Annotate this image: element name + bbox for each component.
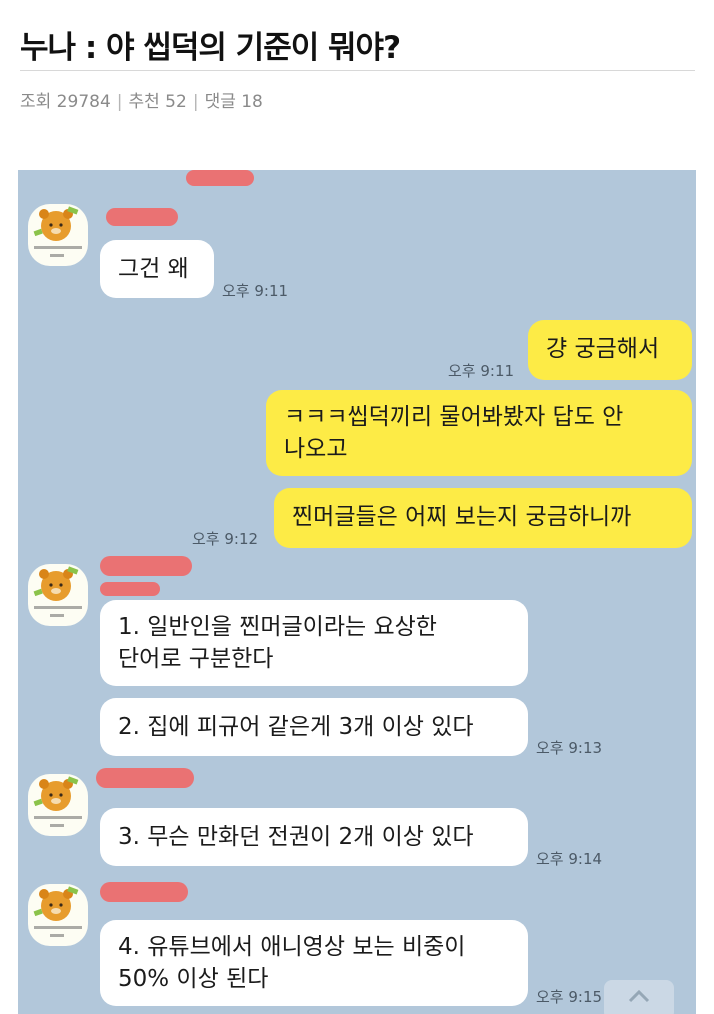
received-message-bubble[interactable]: 2. 집에 피규어 같은게 3개 이상 있다 [100,698,528,756]
message-text: 3. 무슨 만화던 전권이 2개 이상 있다 [118,824,474,850]
message-text-line: 4. 유튜브에서 애니영상 보는 비중이 [118,934,466,960]
meta-separator: | [192,92,199,112]
sent-message-bubble[interactable]: ㅋㅋㅋ씹덕끼리 물어봐봤자 답도 안 나오고 [266,390,692,476]
message-time: 오후 9:11 [222,282,289,300]
comment-count[interactable]: 댓글 18 [205,87,263,112]
received-message-bubble[interactable]: 3. 무슨 만화던 전권이 2개 이상 있다 [100,808,528,866]
message-text: 찐머글들은 어찌 보는지 궁금하니까 [292,504,632,530]
message-text-line: 1. 일반인을 찐머글이라는 요상한 [118,614,437,640]
sender-avatar[interactable] [28,884,88,946]
sender-avatar[interactable] [28,774,88,836]
title-divider [20,70,695,71]
post-title: 누나 : 야 씹덕의 기준이 뭐야? [20,30,401,66]
message-text-line: ㅋㅋㅋ씹덕끼리 물어봐봤자 답도 안 [284,404,624,430]
message-text: 걍 궁금해서 [546,336,660,362]
message-text-line: 50% 이상 된다 [118,966,269,992]
message-time: 오후 9:13 [536,739,603,757]
redaction-scribble [100,556,192,576]
meta-separator: | [116,92,123,112]
received-message-bubble[interactable]: 그건 왜 [100,240,214,298]
chat-screenshot: 그건 왜 오후 9:11 오후 9:11 걍 궁금해서 ㅋㅋㅋ씹덕끼리 물어봐봤… [18,170,696,1014]
scroll-to-top-button[interactable] [604,980,674,1014]
redaction-scribble [186,170,254,186]
redaction-scribble [100,882,188,902]
sent-message-bubble[interactable]: 걍 궁금해서 [528,320,692,380]
redaction-scribble [100,582,160,596]
message-time: 오후 9:15 [536,988,603,1006]
sender-avatar[interactable] [28,204,88,266]
message-text: 2. 집에 피규어 같은게 3개 이상 있다 [118,714,474,740]
received-message-bubble[interactable]: 4. 유튜브에서 애니영상 보는 비중이 50% 이상 된다 [100,920,528,1006]
message-text-line: 단어로 구분한다 [118,646,274,672]
message-time: 오후 9:12 [192,530,259,548]
redaction-scribble [106,208,178,226]
message-text: 그건 왜 [118,256,189,282]
message-time: 오후 9:14 [536,850,603,868]
received-message-bubble[interactable]: 1. 일반인을 찐머글이라는 요상한 단어로 구분한다 [100,600,528,686]
recommend-count: 추천 52 [128,92,187,112]
message-time: 오후 9:11 [448,362,515,380]
redaction-scribble [96,768,194,788]
message-text-line: 나오고 [284,436,348,462]
post-meta: 조회 29784 | 추천 52 | 댓글 18 [20,87,263,112]
view-count: 조회 29784 [20,92,111,112]
chevron-up-icon [628,989,650,1003]
sent-message-bubble[interactable]: 찐머글들은 어찌 보는지 궁금하니까 [274,488,692,548]
sender-avatar[interactable] [28,564,88,626]
